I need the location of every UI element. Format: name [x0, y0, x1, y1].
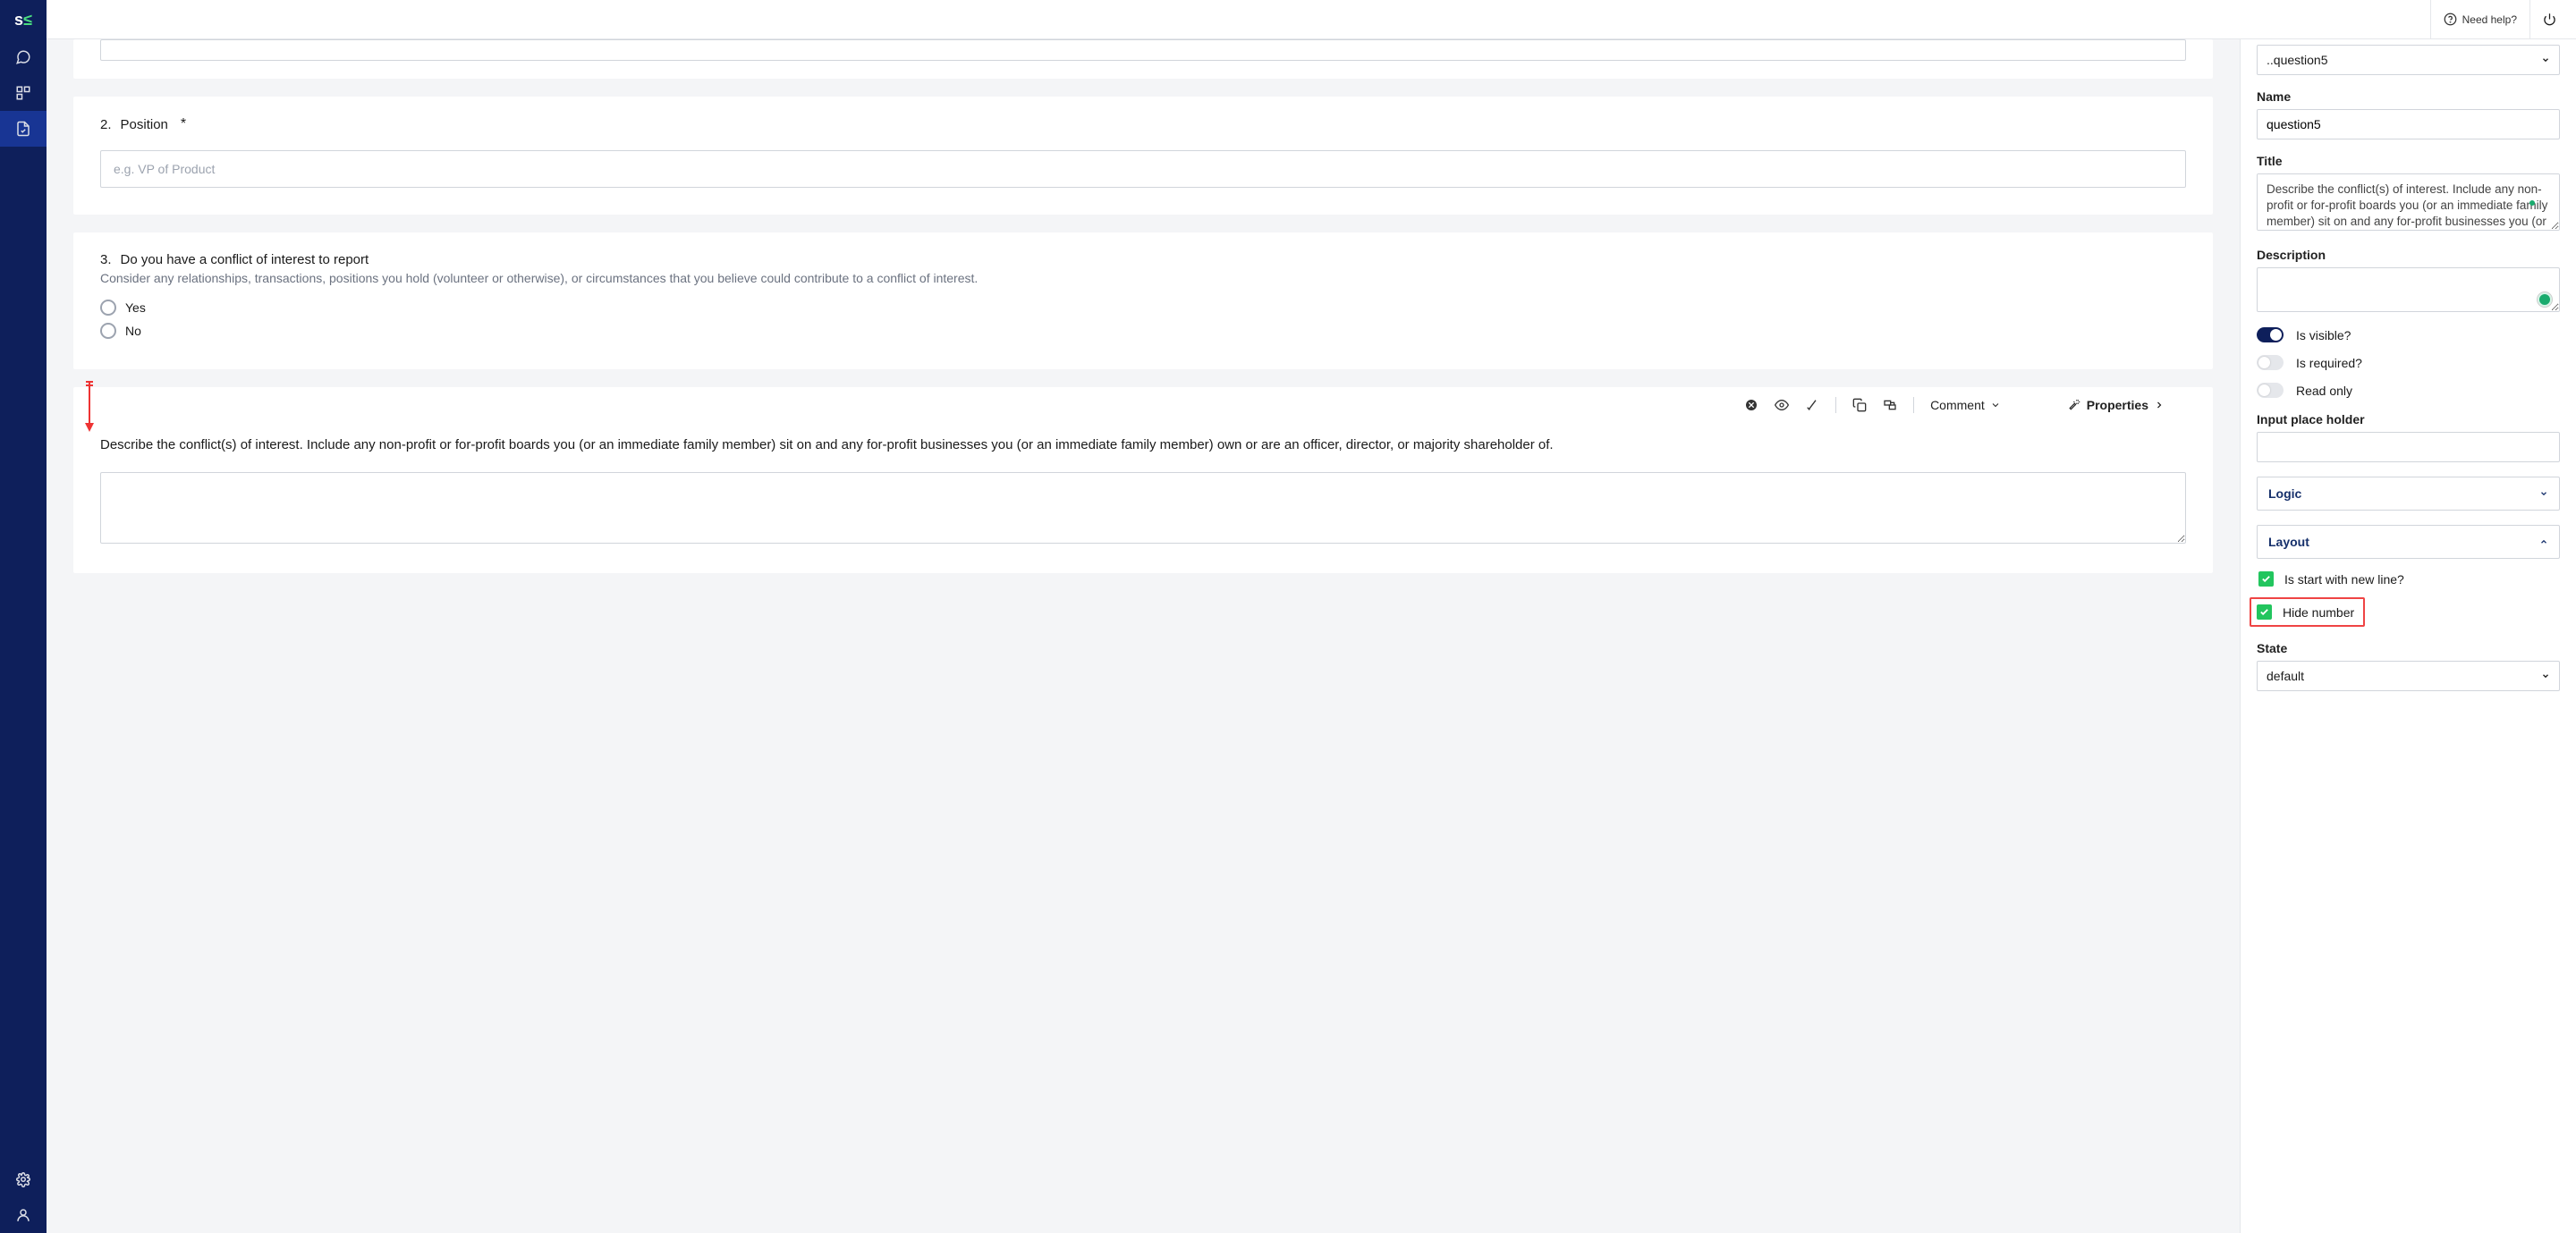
radio-icon: [100, 300, 116, 316]
position-input[interactable]: [100, 150, 2186, 188]
title-textarea[interactable]: [2257, 173, 2560, 231]
required-toggle[interactable]: [2257, 355, 2284, 370]
user-icon: [15, 1207, 31, 1223]
blocks-icon: [15, 85, 31, 101]
copy-icon[interactable]: [1852, 398, 1867, 412]
logout-button[interactable]: [2529, 0, 2569, 38]
nav-item-settings[interactable]: [0, 1161, 47, 1197]
delete-icon[interactable]: [1744, 398, 1758, 412]
question1-input[interactable]: [100, 39, 2186, 61]
placeholder-label: Input place holder: [2257, 412, 2560, 426]
required-star: *: [181, 116, 186, 132]
annotation-arrow: [82, 380, 97, 436]
required-toggle-icon[interactable]: [1805, 398, 1819, 412]
grammarly-icon: [2537, 291, 2553, 308]
visible-label: Is visible?: [2296, 328, 2351, 342]
title-label: Title: [2257, 154, 2560, 168]
question-card-2[interactable]: 2. Position *: [73, 97, 2213, 215]
state-label: State: [2257, 641, 2560, 655]
hide-number-checkbox-row[interactable]: Hide number: [2250, 597, 2365, 627]
question-title: Do you have a conflict of interest to re…: [121, 252, 369, 267]
chevron-down-icon: [2541, 671, 2550, 680]
question-title: Position: [121, 117, 168, 132]
properties-panel: ..question5 Name Title Description: [2240, 39, 2576, 1233]
grammarly-icon: [2529, 200, 2535, 206]
comment-dropdown[interactable]: Comment: [1930, 398, 2001, 412]
required-label: Is required?: [2296, 356, 2362, 370]
help-label: Need help?: [2462, 13, 2517, 26]
visibility-icon[interactable]: [1775, 398, 1789, 412]
description-textarea[interactable]: [2257, 267, 2560, 312]
layout-accordion[interactable]: Layout: [2257, 525, 2560, 559]
name-input[interactable]: [2257, 109, 2560, 139]
nav-item-forms[interactable]: [0, 111, 47, 147]
path-select[interactable]: ..question5: [2257, 45, 2560, 75]
radio-label: No: [125, 324, 141, 338]
help-button[interactable]: Need help?: [2430, 0, 2529, 38]
placeholder-input[interactable]: [2257, 432, 2560, 462]
question-card-5-selected[interactable]: Comment Properties Describe: [73, 387, 2213, 573]
chevron-right-icon: [2154, 400, 2165, 410]
checkbox-checked-icon: [2258, 571, 2274, 587]
power-icon: [2543, 13, 2556, 26]
chevron-down-icon: [1990, 400, 2001, 410]
selection-toolbar: Comment Properties: [100, 387, 2186, 423]
app-logo: s≤: [0, 0, 47, 39]
readonly-toggle[interactable]: [2257, 383, 2284, 398]
chevron-down-icon: [2541, 55, 2550, 64]
question-number: 3.: [100, 252, 112, 267]
move-icon[interactable]: [1883, 398, 1897, 412]
name-label: Name: [2257, 89, 2560, 104]
visible-toggle[interactable]: [2257, 327, 2284, 342]
state-select[interactable]: default: [2257, 661, 2560, 691]
start-newline-checkbox-row[interactable]: Is start with new line?: [2257, 571, 2560, 587]
radio-option-yes[interactable]: Yes: [100, 296, 2186, 319]
help-icon: [2444, 13, 2457, 26]
chevron-up-icon: [2539, 537, 2548, 546]
conflict-description-textarea[interactable]: [100, 472, 2186, 544]
radio-option-no[interactable]: No: [100, 319, 2186, 342]
nav-item-blocks[interactable]: [0, 75, 47, 111]
nav-sidebar: s≤: [0, 0, 47, 1233]
properties-button[interactable]: Properties: [2069, 398, 2165, 412]
start-newline-label: Is start with new line?: [2284, 572, 2404, 587]
question-description: Consider any relationships, transactions…: [100, 271, 2186, 285]
chevron-down-icon: [2539, 489, 2548, 498]
hide-number-label: Hide number: [2283, 605, 2354, 620]
readonly-label: Read only: [2296, 384, 2352, 398]
chat-icon: [15, 49, 31, 65]
wand-icon: [2069, 399, 2081, 411]
form-icon: [15, 121, 31, 137]
logic-accordion[interactable]: Logic: [2257, 477, 2560, 511]
radio-label: Yes: [125, 300, 146, 315]
gear-icon: [15, 1171, 31, 1187]
question-number: 2.: [100, 117, 112, 132]
nav-item-chat[interactable]: [0, 39, 47, 75]
radio-icon: [100, 323, 116, 339]
nav-item-profile[interactable]: [0, 1197, 47, 1233]
description-label: Description: [2257, 248, 2560, 262]
topbar: Need help?: [47, 0, 2576, 39]
question-card-1[interactable]: [73, 39, 2213, 79]
question-title-long: Describe the conflict(s) of interest. In…: [100, 435, 2186, 454]
question-card-3[interactable]: 3. Do you have a conflict of interest to…: [73, 232, 2213, 369]
checkbox-checked-icon: [2257, 604, 2272, 620]
